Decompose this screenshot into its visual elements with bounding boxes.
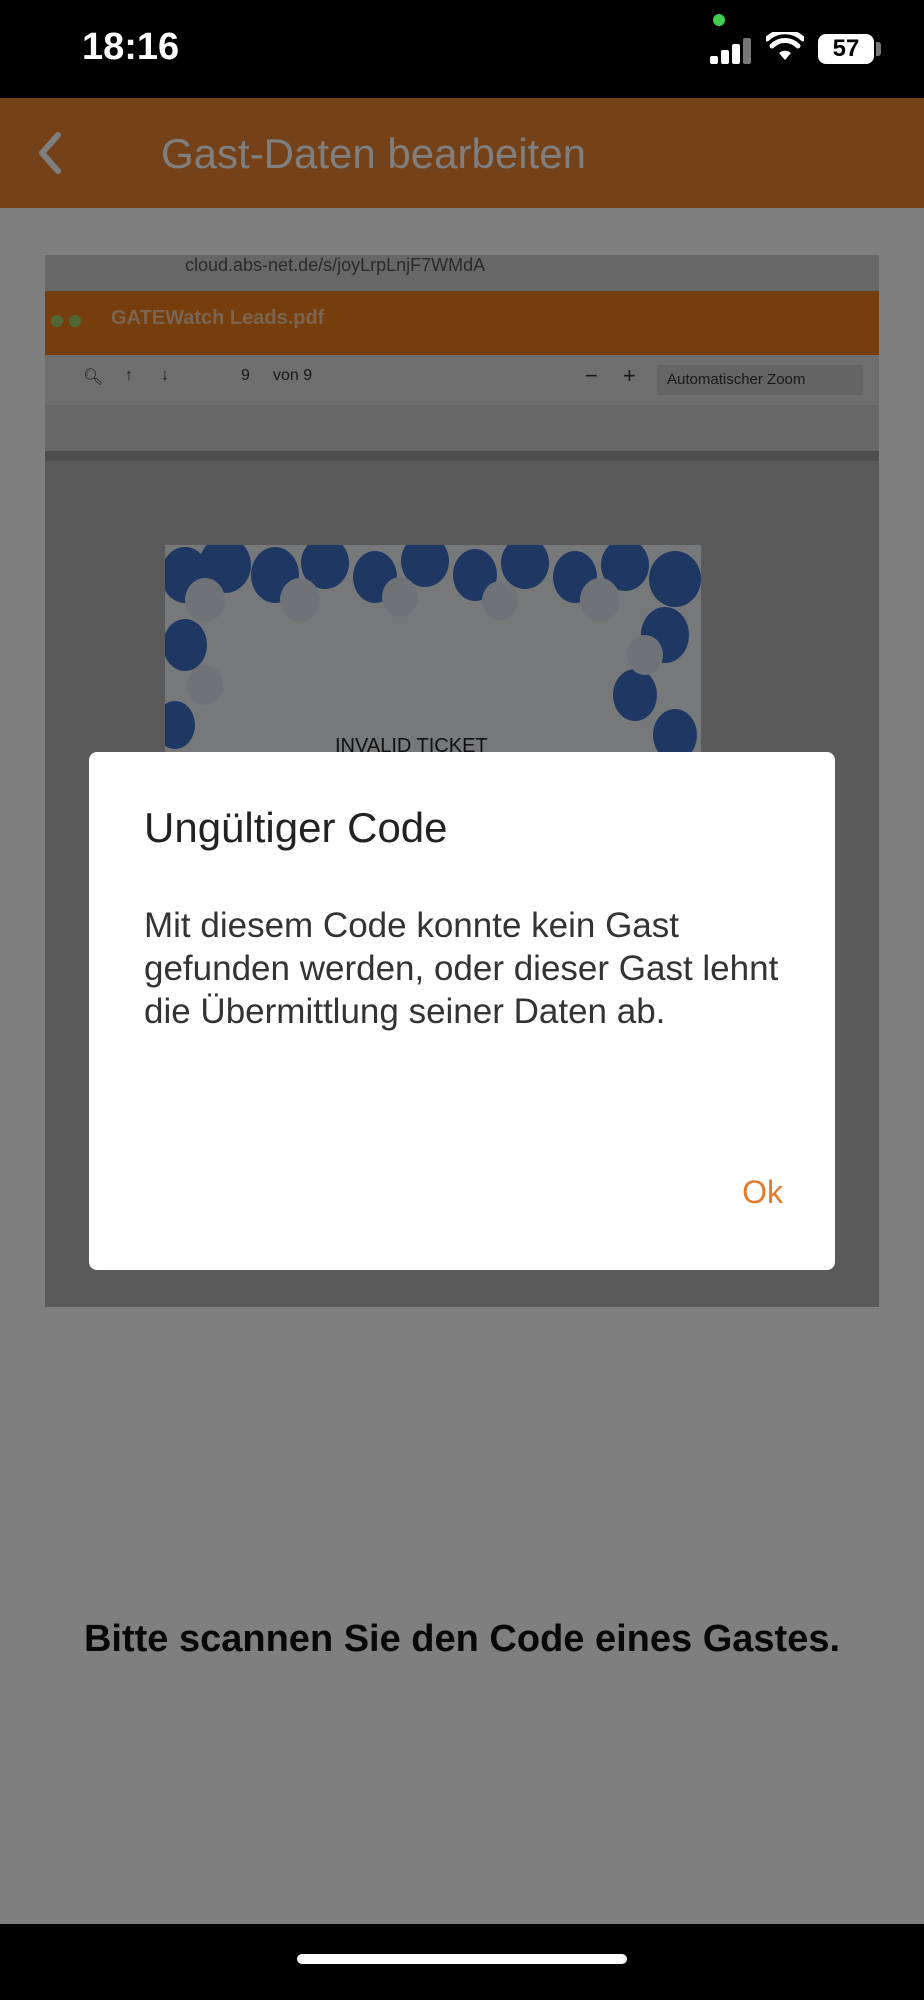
battery-icon: 57 (818, 34, 874, 64)
cellular-signal-icon (710, 36, 754, 64)
battery-cap (876, 42, 881, 56)
ok-button[interactable]: Ok (742, 1174, 783, 1211)
status-bar: 18:16 57 (0, 0, 924, 98)
dialog-title: Ungültiger Code (144, 804, 448, 851)
home-indicator-bar (0, 1924, 924, 2000)
status-time: 18:16 (82, 26, 180, 68)
invalid-code-dialog: Ungültiger Code Mit diesem Code konnte k… (89, 752, 835, 1270)
wifi-icon (766, 32, 804, 60)
dialog-message: Mit diesem Code konnte kein Gast gefunde… (144, 906, 779, 1031)
camera-indicator-icon (713, 14, 725, 26)
home-indicator[interactable] (297, 1954, 627, 1964)
